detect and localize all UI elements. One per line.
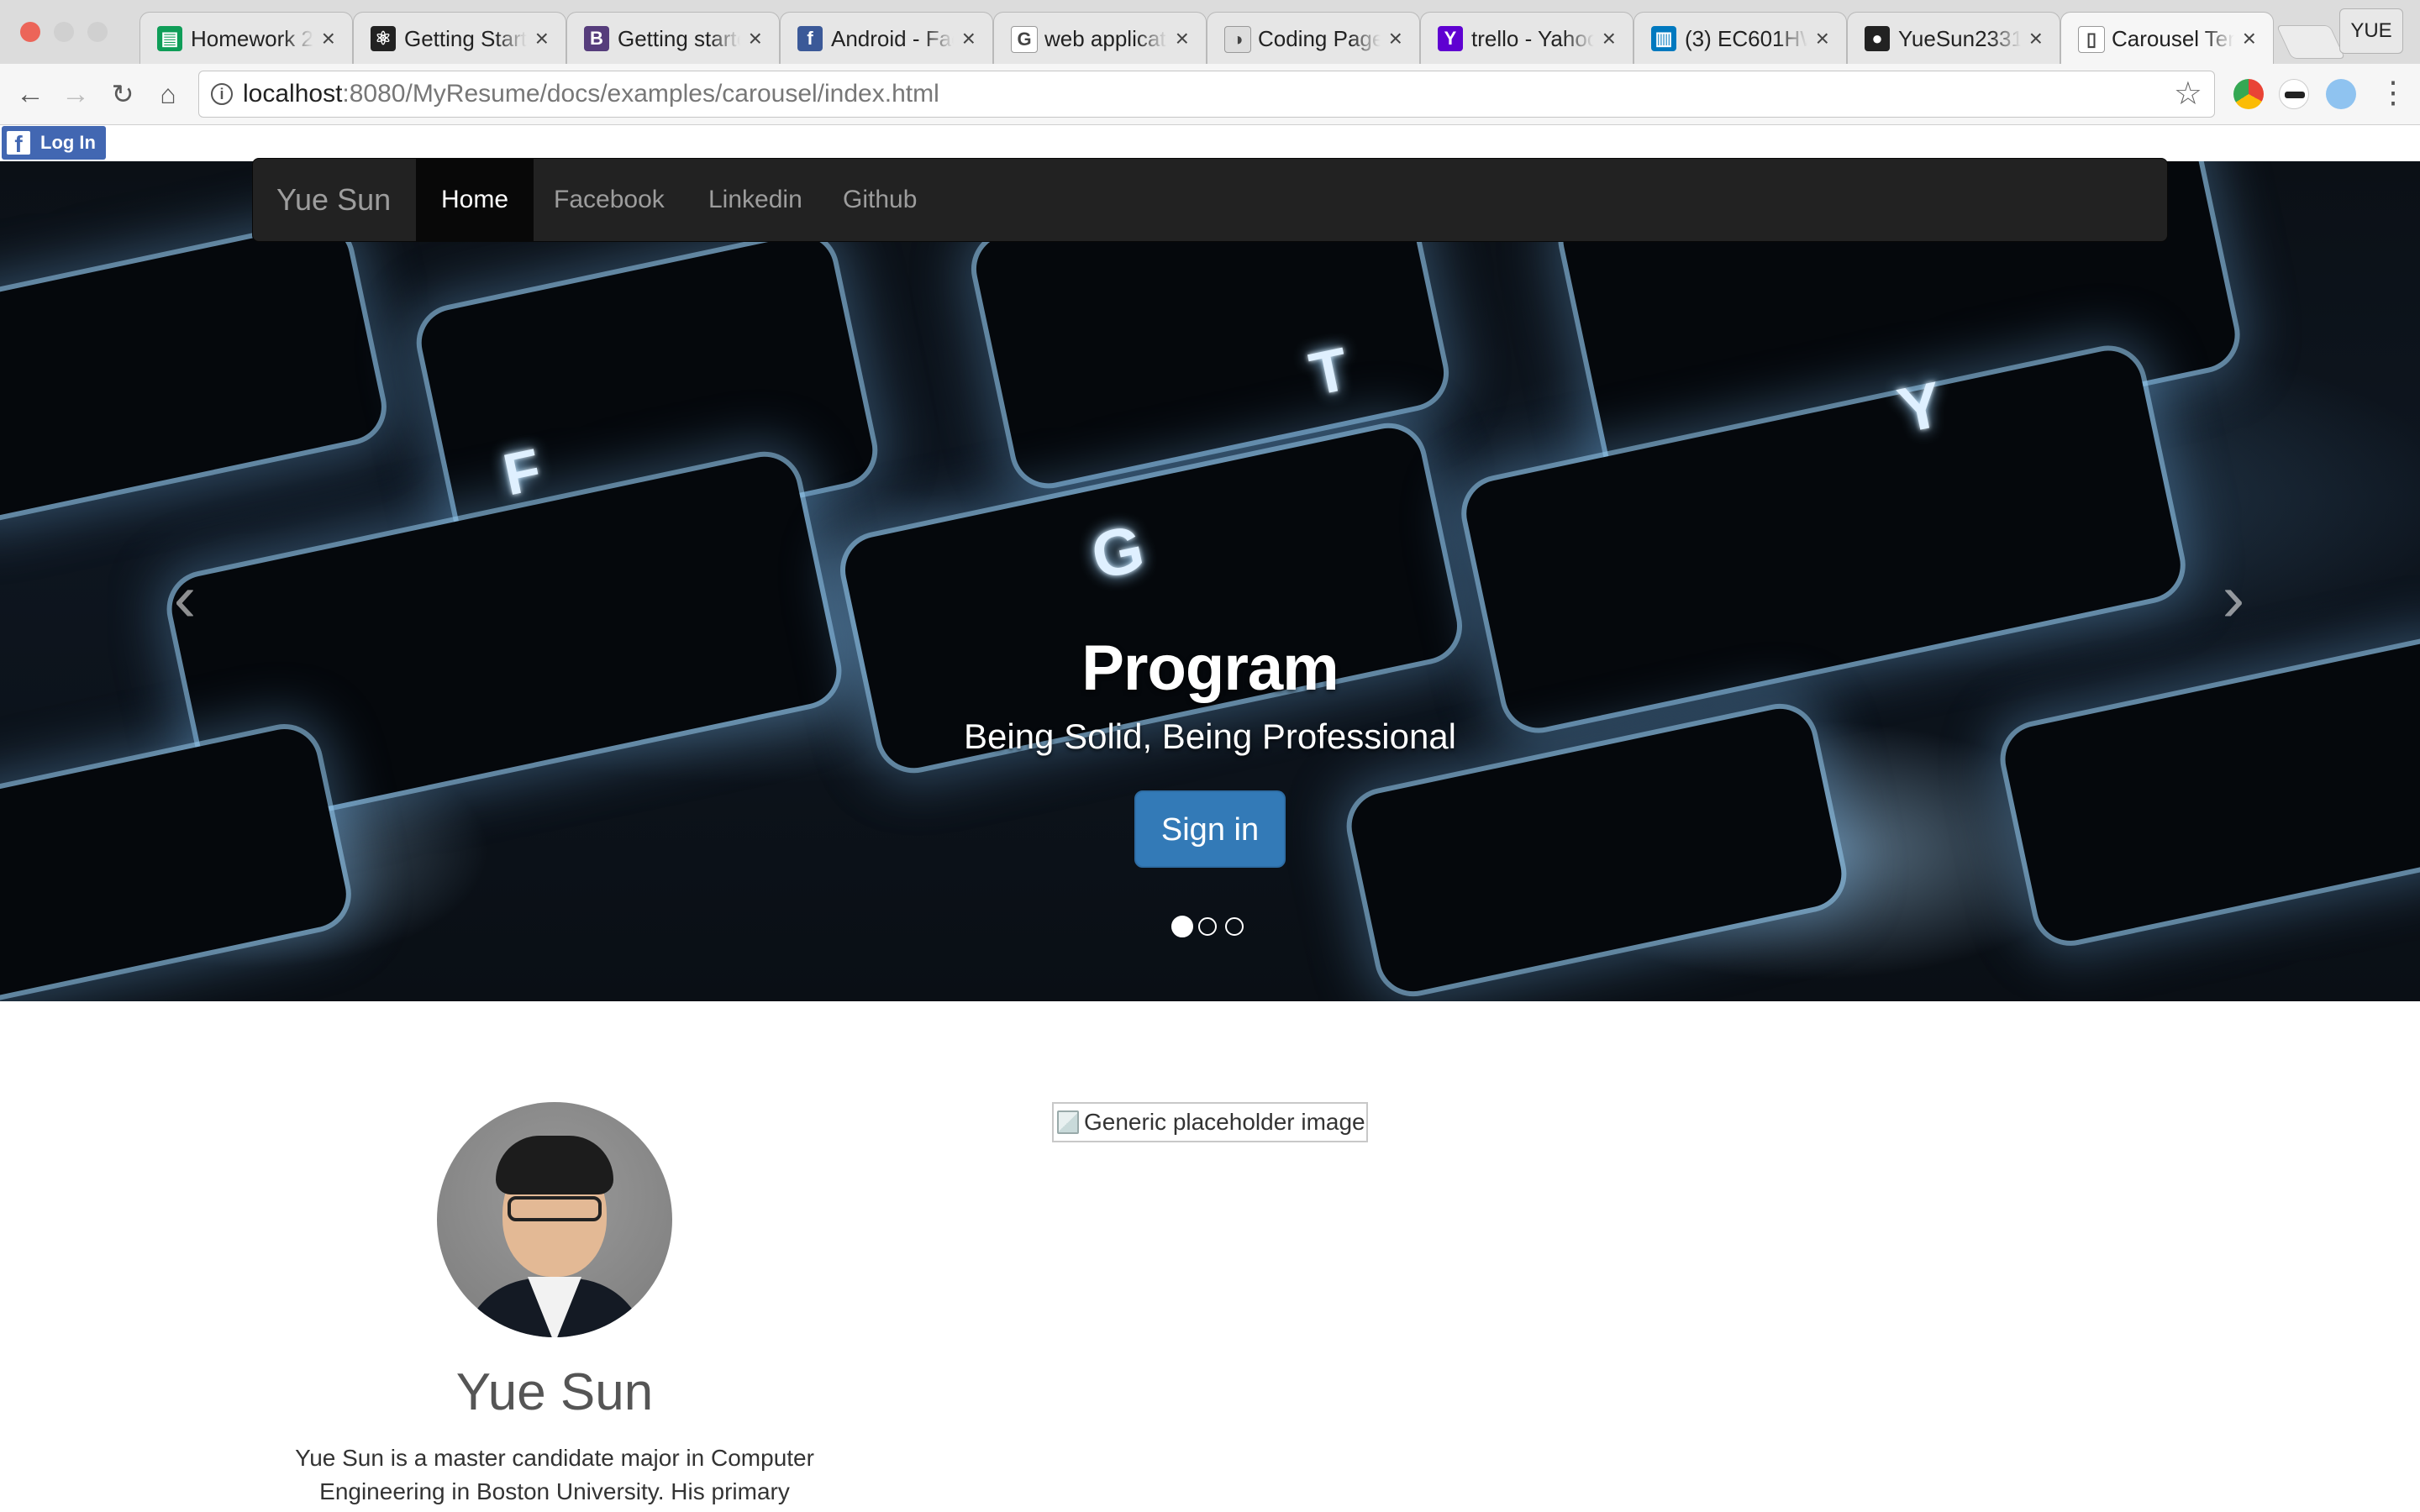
avatar-hair: [496, 1136, 613, 1194]
carousel-caption: Program Being Solid, Being Professional …: [0, 632, 2420, 868]
browser-tab-title: trello - Yahoo: [1471, 26, 1594, 51]
reload-icon[interactable]: ↻: [108, 79, 138, 109]
browser-menu-icon[interactable]: ⋮: [2378, 76, 2408, 109]
page-icon: ▯: [2078, 26, 2105, 53]
browser-tab-title: Getting Started: [404, 26, 527, 51]
home-icon[interactable]: ⌂: [153, 79, 183, 109]
trello-icon: ▥: [1651, 26, 1676, 51]
nav-link-facebook[interactable]: Facebook: [529, 159, 690, 241]
tab-close-icon[interactable]: ×: [2243, 24, 2256, 53]
nav-link-github[interactable]: Github: [818, 159, 942, 241]
maximize-window-button[interactable]: [87, 22, 108, 42]
navbar-brand[interactable]: Yue Sun: [276, 159, 391, 241]
carousel-prev-icon[interactable]: ‹: [160, 556, 210, 640]
minimize-window-button[interactable]: [54, 22, 74, 42]
new-tab-button[interactable]: [2275, 25, 2346, 59]
github-icon: ●: [1865, 26, 1890, 51]
react-icon: ⚛: [371, 26, 396, 51]
carousel-indicator-dot[interactable]: [1225, 917, 1244, 936]
facebook-icon: f: [797, 26, 823, 51]
browser-tab[interactable]: ▥ (3) EC601HW ×: [1634, 12, 1847, 64]
browser-tab[interactable]: ⚛ Getting Started ×: [353, 12, 566, 64]
facebook-login-button[interactable]: f Log In: [2, 126, 106, 160]
browser-tab-title: Android - Facebook: [831, 26, 954, 51]
carousel-heading: Program: [1081, 633, 1339, 704]
extension-chrome-icon[interactable]: [2233, 79, 2264, 109]
extension-incognito-icon[interactable]: [2279, 79, 2309, 109]
sheets-icon: ▤: [157, 26, 182, 51]
profile-button[interactable]: YUE: [2339, 8, 2403, 54]
tab-close-icon[interactable]: ×: [1176, 24, 1189, 53]
person-name: Yue Sun: [455, 1363, 654, 1421]
browser-tab-title: Carousel Template: [2112, 26, 2234, 51]
info-icon[interactable]: i: [211, 83, 233, 105]
sign-in-button[interactable]: Sign in: [1134, 790, 1286, 868]
browser-tab-title: Coding Page: [1258, 26, 1381, 51]
hero-carousel: F T Y G ‹ › Program Being Solid, Being P…: [0, 161, 2420, 1001]
avatar: [437, 1102, 672, 1337]
broken-image-icon: [1057, 1110, 1079, 1134]
browser-tab[interactable]: f Android - Facebook ×: [780, 12, 993, 64]
tab-close-icon[interactable]: ×: [322, 24, 335, 53]
browser-tab-title: YueSun2331: [1898, 26, 2021, 51]
close-window-button[interactable]: [20, 22, 40, 42]
browser-tab-title: Homework 2: [191, 26, 313, 51]
tab-close-icon[interactable]: ×: [962, 24, 976, 53]
forward-icon[interactable]: →: [60, 79, 91, 109]
placeholder-image-alt: Generic placeholder image: [1084, 1109, 1365, 1135]
keyboard-key-image: [0, 218, 388, 524]
bookmark-star-icon[interactable]: ☆: [2174, 76, 2202, 112]
carousel-indicator-dot[interactable]: [1171, 916, 1193, 937]
tab-close-icon[interactable]: ×: [535, 24, 549, 53]
tab-close-icon[interactable]: ×: [1816, 24, 1829, 53]
extension-snowflake-icon[interactable]: [2326, 79, 2356, 109]
tab-close-icon[interactable]: ×: [2029, 24, 2043, 53]
yahoo-icon: Y: [1438, 26, 1463, 51]
avatar-glasses: [508, 1196, 602, 1221]
url-text[interactable]: localhost:8080/MyResume/docs/examples/ca…: [243, 71, 939, 117]
nav-link-linkedin[interactable]: Linkedin: [683, 159, 828, 241]
url-host: localhost: [243, 80, 343, 108]
carousel-indicator-dot[interactable]: [1198, 917, 1217, 936]
coding-icon: ◑: [1224, 26, 1251, 53]
tab-close-icon[interactable]: ×: [749, 24, 762, 53]
browser-tab[interactable]: ▤ Homework 2 ×: [139, 12, 353, 64]
browser-tab-title: web application: [1044, 26, 1167, 51]
address-bar[interactable]: i localhost:8080/MyResume/docs/examples/…: [198, 71, 2215, 118]
url-path: :8080/MyResume/docs/examples/carousel/in…: [342, 80, 939, 108]
facebook-icon: f: [7, 131, 30, 157]
nav-link-home[interactable]: Home: [416, 159, 534, 241]
browser-tab[interactable]: Gweb application ×: [993, 12, 1207, 64]
browser-tab-title: Getting started: [618, 26, 740, 51]
browser-tab[interactable]: ● YueSun2331 ×: [1847, 12, 2060, 64]
carousel-next-icon[interactable]: ›: [2208, 556, 2259, 640]
google-icon: G: [1011, 26, 1038, 53]
bootstrap-icon: B: [584, 26, 609, 51]
browser-tab-strip: ▤ Homework 2 × ⚛ Getting Started × B Getting st…: [0, 0, 2420, 66]
carousel-subheading: Being Solid, Being Professional: [963, 717, 1457, 756]
facebook-login-label: Log In: [40, 132, 96, 153]
browser-tab[interactable]: B Getting started ×: [566, 12, 780, 64]
browser-tab[interactable]: Ytrello - Yahoo ×: [1420, 12, 1634, 64]
browser-tab-title: (3) EC601HW: [1685, 26, 1807, 51]
person-description: Yue Sun is a master candidate major in C…: [295, 1445, 814, 1504]
top-navbar: Yue Sun Home Facebook Linkedin Github: [252, 158, 2168, 242]
browser-tab[interactable]: ▯ Carousel Template ×: [2060, 12, 2274, 66]
browser-toolbar: ← → ↻ ⌂ i localhost:8080/MyResume/docs/e…: [0, 64, 2420, 125]
placeholder-image: Generic placeholder image: [1052, 1102, 1368, 1142]
tab-close-icon[interactable]: ×: [1602, 24, 1616, 53]
back-icon[interactable]: ←: [15, 79, 45, 109]
tab-close-icon[interactable]: ×: [1389, 24, 1402, 53]
browser-tab[interactable]: ◑ Coding Page ×: [1207, 12, 1420, 64]
